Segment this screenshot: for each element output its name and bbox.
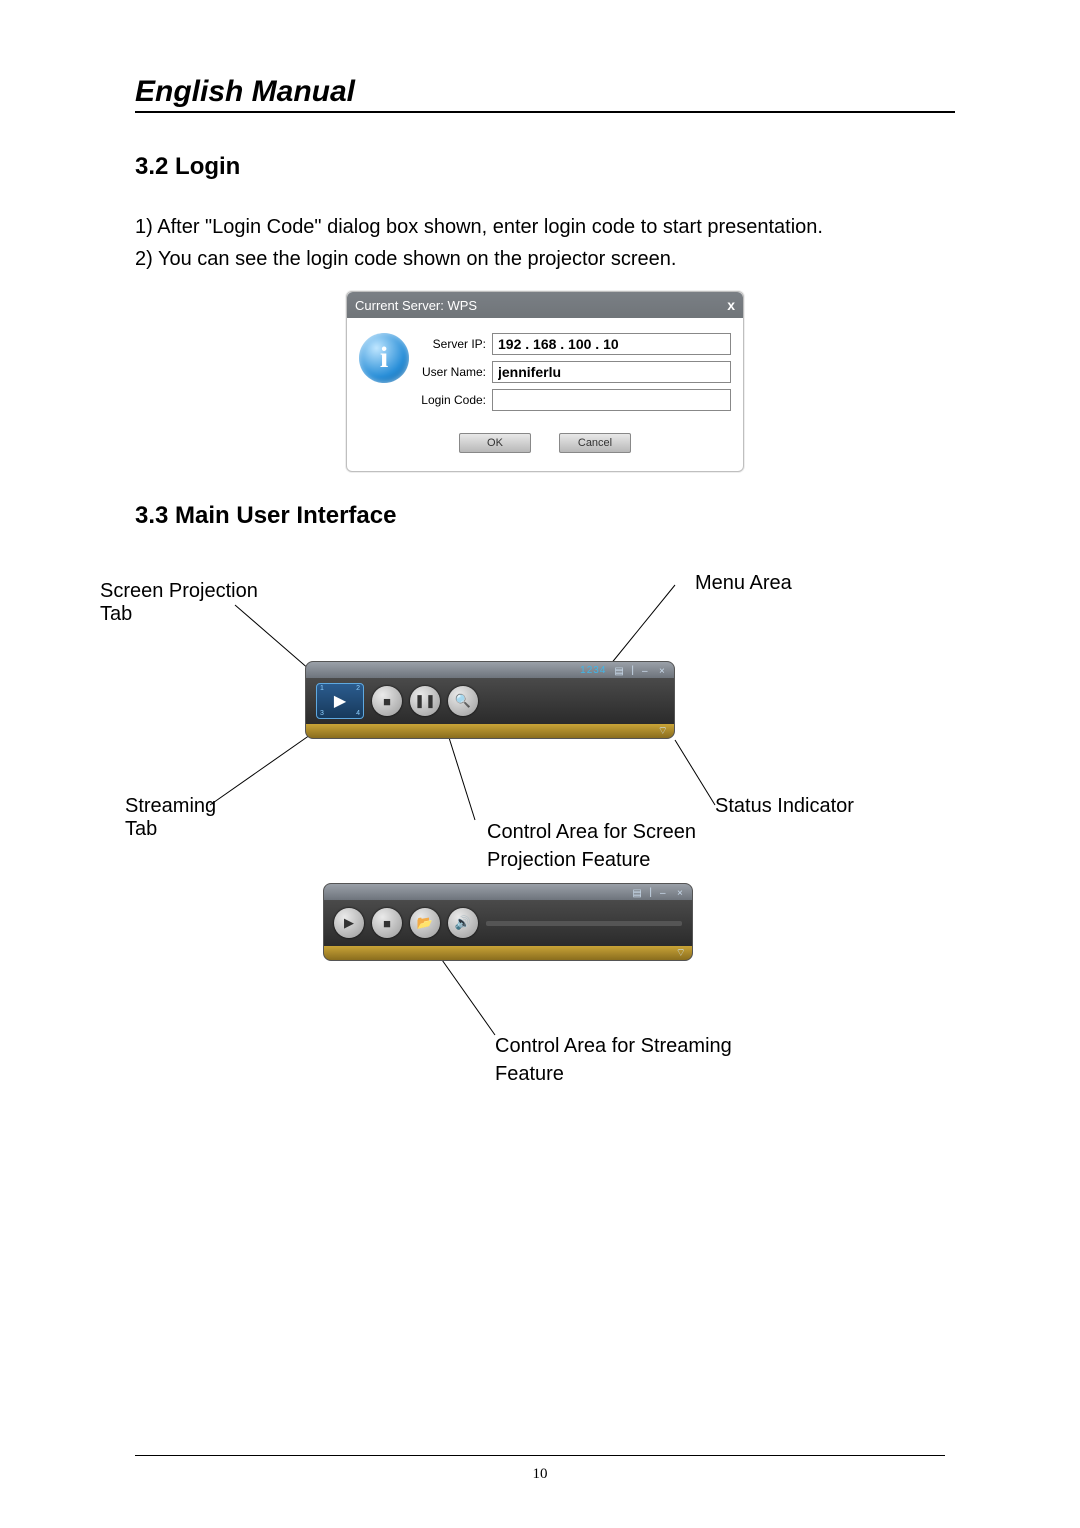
login-step-1: 1) After "Login Code" dialog box shown, …: [135, 211, 955, 243]
page-number: 10: [0, 1466, 1080, 1483]
menu-icon[interactable]: ▤: [632, 888, 641, 897]
quadrant-4: 4: [356, 710, 360, 717]
menu-area: 1234 ▤ | – ×: [306, 662, 674, 678]
volume-button[interactable]: 🔊: [448, 908, 478, 938]
play-button[interactable]: ▶: [334, 908, 364, 938]
quadrant-play-button[interactable]: 1 2 3 4 ▶: [316, 683, 364, 719]
streaming-control-panel: ◆ ▦ VIDEO ▤ | – × ▶ ■ 📂 🔊 ⌔: [323, 883, 693, 961]
section-main-ui-heading: 3.3 Main User Interface: [135, 502, 955, 530]
login-code-field[interactable]: [492, 389, 731, 411]
minimize-icon[interactable]: –: [660, 888, 669, 897]
callout-control-area-streaming: Control Area for Streaming Feature: [495, 1032, 775, 1088]
user-name-label: User Name:: [417, 365, 492, 379]
main-ui-diagram: Screen Projection Tab Menu Area Streamin…: [135, 550, 955, 1130]
doc-title: English Manual: [135, 75, 955, 113]
info-icon: i: [359, 333, 409, 383]
callout-streaming-tab: Streaming Tab: [125, 795, 245, 841]
menu-area: ▤ | – ×: [324, 884, 692, 900]
quadrant-2: 2: [356, 685, 360, 692]
video-streaming-tab[interactable]: ▦ VIDEO: [305, 706, 306, 736]
quadrant-3: 3: [320, 710, 324, 717]
pause-button[interactable]: ❚❚: [410, 686, 440, 716]
video-streaming-tab[interactable]: ▦ VIDEO: [323, 928, 324, 958]
login-dialog: Current Server: WPS x i Server IP: User …: [346, 291, 744, 472]
wifi-icon: ⌔: [676, 946, 686, 960]
session-code: 1234: [580, 665, 606, 676]
close-icon[interactable]: ×: [677, 888, 686, 897]
volume-slider[interactable]: [486, 921, 682, 926]
play-icon: ▶: [344, 915, 354, 931]
open-file-button[interactable]: 📂: [410, 908, 440, 938]
divider: |: [649, 887, 652, 898]
login-step-2: 2) You can see the login code shown on t…: [135, 243, 955, 275]
pause-icon: ❚❚: [414, 693, 436, 709]
cancel-button[interactable]: Cancel: [559, 433, 631, 453]
screen-projection-tab[interactable]: ◆: [323, 892, 324, 922]
screen-projection-tab[interactable]: ◆: [305, 670, 306, 700]
callout-status-indicator: Status Indicator: [715, 795, 895, 818]
dialog-titlebar: Current Server: WPS x: [347, 292, 743, 318]
wifi-icon: ⌔: [658, 724, 668, 738]
menu-icon[interactable]: ▤: [614, 666, 623, 675]
close-icon[interactable]: ×: [659, 666, 668, 675]
play-icon: ▶: [334, 691, 346, 711]
server-ip-label: Server IP:: [417, 337, 492, 351]
zoom-button[interactable]: 🔍: [448, 686, 478, 716]
quadrant-1: 1: [320, 685, 324, 692]
status-bar: ⌔: [306, 724, 674, 738]
folder-icon: 📂: [417, 915, 433, 931]
divider: |: [631, 665, 634, 676]
minimize-icon[interactable]: –: [642, 666, 651, 675]
projection-control-panel: ◆ ▦ VIDEO 1234 ▤ | – × 1 2 3 4 ▶: [305, 661, 675, 739]
magnifier-icon: 🔍: [455, 693, 471, 709]
stop-icon: ■: [383, 916, 391, 931]
stop-button[interactable]: ■: [372, 908, 402, 938]
callout-screen-projection-tab: Screen Projection Tab: [100, 580, 260, 626]
stop-icon: ■: [383, 694, 391, 709]
speaker-icon: 🔊: [455, 915, 471, 931]
server-ip-field[interactable]: [492, 333, 731, 355]
status-bar: ⌔: [324, 946, 692, 960]
ok-button[interactable]: OK: [459, 433, 531, 453]
dialog-title-text: Current Server: WPS: [355, 298, 477, 313]
close-icon[interactable]: x: [727, 297, 735, 313]
callout-control-area-screen: Control Area for Screen Projection Featu…: [487, 818, 747, 874]
callout-menu-area: Menu Area: [695, 572, 835, 595]
stop-button[interactable]: ■: [372, 686, 402, 716]
footer-rule: [135, 1455, 945, 1456]
login-code-label: Login Code:: [417, 393, 492, 407]
section-login-heading: 3.2 Login: [135, 153, 955, 181]
user-name-field[interactable]: [492, 361, 731, 383]
